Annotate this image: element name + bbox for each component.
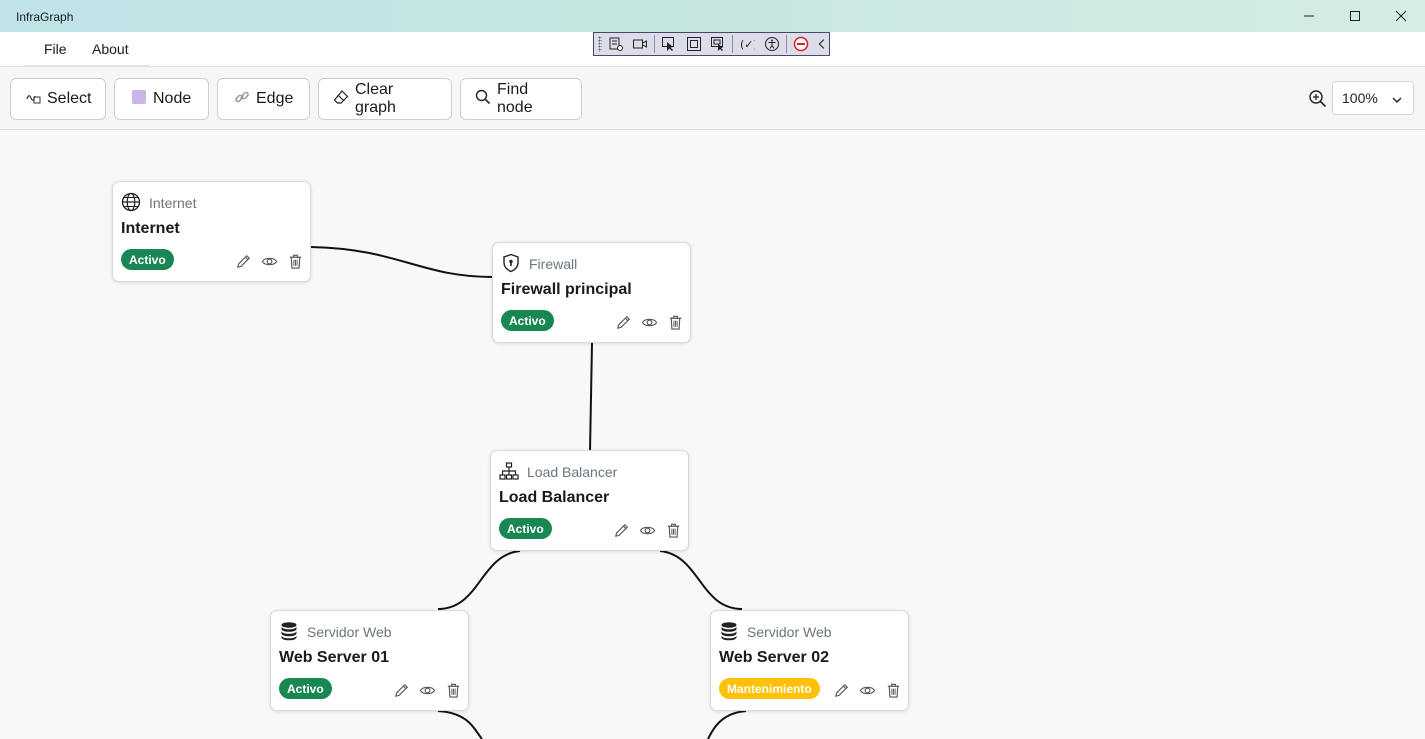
edit-pencil-icon[interactable]	[614, 313, 632, 331]
status-badge: Activo	[279, 678, 332, 699]
toolbar: Select Node Edge Clear graph Find node 1…	[0, 66, 1425, 130]
select-button[interactable]: Select	[10, 78, 106, 120]
node-name: Load Balancer	[499, 489, 610, 506]
clear-graph-label: Clear graph	[355, 81, 396, 116]
debug-separator	[654, 35, 656, 53]
chevron-down-icon	[1391, 93, 1403, 105]
node-card-internet[interactable]: Internet Internet Activo	[112, 181, 311, 282]
display-layout-icon[interactable]	[684, 35, 704, 53]
edge-lb-ws1[interactable]	[437, 550, 521, 610]
node-card-lb[interactable]: Load Balancer Load Balancer Activo	[490, 450, 689, 551]
status-badge: Mantenimiento	[719, 678, 820, 699]
delete-trash-icon[interactable]	[666, 313, 684, 331]
maximize-icon[interactable]	[1332, 0, 1378, 32]
node-type-label: Servidor Web	[747, 624, 832, 640]
view-eye-icon[interactable]	[858, 681, 876, 699]
zoom-value: 100%	[1342, 90, 1378, 106]
edit-pencil-icon[interactable]	[392, 681, 410, 699]
zoom-in-icon[interactable]	[1308, 89, 1328, 109]
database-icon	[279, 621, 299, 641]
node-card-ws2[interactable]: Servidor Web Web Server 02 Mantenimiento	[710, 610, 909, 711]
node-button-label: Node	[153, 90, 192, 107]
status-badge: Activo	[121, 249, 174, 270]
delete-trash-icon[interactable]	[884, 681, 902, 699]
edge-internet-firewall[interactable]	[310, 246, 494, 278]
find-node-button[interactable]: Find node	[460, 78, 582, 120]
node-type-label: Servidor Web	[307, 624, 392, 640]
globe-icon	[121, 192, 141, 212]
node-card-ws1[interactable]: Servidor Web Web Server 01 Activo	[270, 610, 469, 711]
database-icon	[719, 621, 739, 641]
select-element-icon[interactable]	[659, 35, 679, 53]
network-icon	[499, 461, 519, 481]
menu-file[interactable]: File	[44, 41, 67, 57]
delete-trash-icon[interactable]	[444, 681, 462, 699]
edge-lb-ws2[interactable]	[659, 550, 743, 610]
link-icon	[234, 89, 250, 110]
debug-separator	[785, 35, 787, 53]
delete-trash-icon[interactable]	[286, 252, 304, 270]
status-badge: Activo	[501, 310, 554, 331]
node-actions	[612, 521, 682, 539]
edge-offscreen[interactable]	[707, 710, 747, 739]
edge-firewall-lb[interactable]	[589, 342, 593, 452]
clear-graph-button[interactable]: Clear graph	[318, 78, 452, 120]
window-title: InfraGraph	[16, 10, 74, 24]
track-focus-icon[interactable]	[708, 35, 728, 53]
node-name: Internet	[121, 220, 180, 237]
select-button-label: Select	[47, 90, 92, 107]
accessibility-icon[interactable]	[761, 35, 781, 53]
edge-button[interactable]: Edge	[217, 78, 310, 120]
view-eye-icon[interactable]	[260, 252, 278, 270]
search-icon	[475, 89, 491, 110]
node-actions	[614, 313, 684, 331]
eraser-icon	[333, 89, 349, 110]
status-badge: Activo	[499, 518, 552, 539]
minimize-icon[interactable]	[1286, 0, 1332, 32]
svg-text:(✓): (✓)	[740, 38, 755, 51]
close-icon[interactable]	[1378, 0, 1424, 32]
grip-handle[interactable]	[598, 36, 602, 52]
node-name: Firewall principal	[501, 281, 632, 298]
disable-icon[interactable]	[791, 35, 811, 53]
find-node-label: Find node	[497, 81, 533, 116]
node-actions	[392, 681, 462, 699]
delete-trash-icon[interactable]	[664, 521, 682, 539]
node-square-icon	[131, 89, 147, 110]
node-actions	[832, 681, 902, 699]
node-card-firewall[interactable]: Firewall Firewall principal Activo	[492, 242, 691, 343]
view-eye-icon[interactable]	[640, 313, 658, 331]
edge-button-label: Edge	[256, 90, 294, 107]
select-cursor-icon	[25, 89, 41, 110]
node-button[interactable]: Node	[114, 78, 209, 120]
debug-separator	[732, 35, 734, 53]
menu-about[interactable]: About	[92, 41, 129, 57]
binding-failures-icon[interactable]: (✓)	[737, 35, 757, 53]
view-eye-icon[interactable]	[638, 521, 656, 539]
edge-offscreen[interactable]	[437, 710, 483, 739]
edit-pencil-icon[interactable]	[234, 252, 252, 270]
view-eye-icon[interactable]	[418, 681, 436, 699]
title-bar: InfraGraph	[0, 0, 1425, 32]
shield-icon	[501, 253, 521, 273]
zoom-select[interactable]: 100%	[1332, 81, 1414, 115]
record-icon[interactable]	[630, 35, 650, 53]
inspect-tree-icon[interactable]	[606, 35, 626, 53]
edit-pencil-icon[interactable]	[612, 521, 630, 539]
node-type-label: Load Balancer	[527, 464, 618, 480]
node-actions	[234, 252, 304, 270]
debug-toolbar: (✓)	[593, 32, 830, 56]
collapse-icon[interactable]	[815, 35, 829, 53]
edit-pencil-icon[interactable]	[832, 681, 850, 699]
node-name: Web Server 02	[719, 649, 829, 666]
graph-canvas[interactable]: Internet Internet Activo Firewall Firewall p…	[0, 131, 1425, 739]
node-type-label: Firewall	[529, 256, 578, 272]
node-type-label: Internet	[149, 195, 197, 211]
node-name: Web Server 01	[279, 649, 389, 666]
